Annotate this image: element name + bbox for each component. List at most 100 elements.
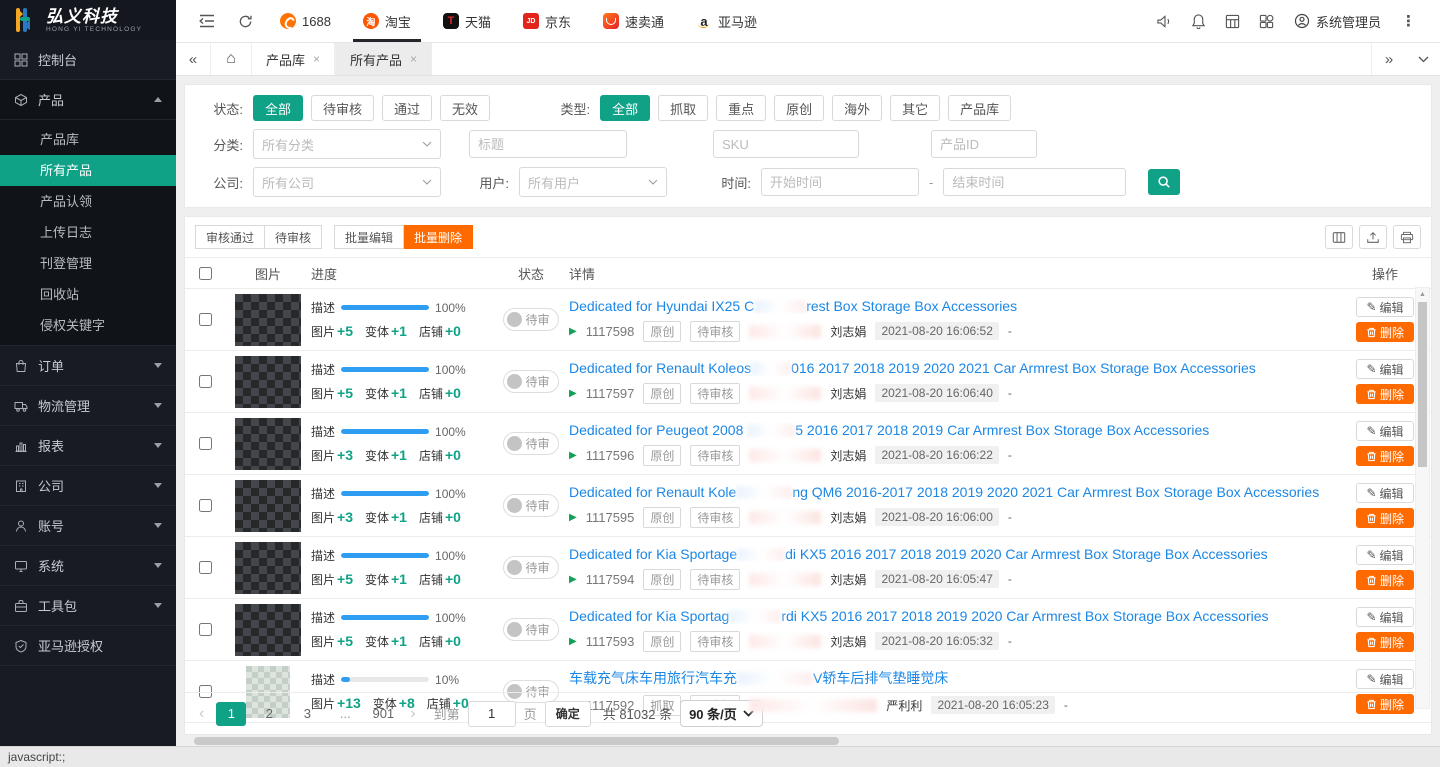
- goto-page-input[interactable]: [468, 701, 516, 727]
- platform-tab-1688[interactable]: 1688: [266, 0, 345, 42]
- set-pending-button[interactable]: 待审核: [265, 225, 322, 249]
- page-number[interactable]: 3: [292, 702, 322, 726]
- product-title-link[interactable]: Dedicated for Peugeot 2008 5 2016 2017 2…: [569, 422, 1331, 438]
- horizontal-scrollbar-thumb[interactable]: [194, 737, 839, 745]
- play-icon[interactable]: ▶: [569, 450, 577, 461]
- type-filter-button[interactable]: 海外: [832, 95, 882, 121]
- search-button[interactable]: [1148, 169, 1180, 195]
- product-title-link[interactable]: Dedicated for Kia Sportagedi KX5 2016 20…: [569, 546, 1331, 562]
- sidebar-item-logistics[interactable]: 物流管理: [0, 386, 176, 426]
- edit-button[interactable]: ✎编辑: [1356, 483, 1414, 503]
- platform-tab-tmall[interactable]: T 天猫: [429, 0, 505, 42]
- sidebar-subitem[interactable]: 刊登管理: [0, 248, 176, 279]
- status-toggle[interactable]: 待审: [503, 370, 558, 393]
- sidebar-item-company[interactable]: 公司: [0, 466, 176, 506]
- row-checkbox[interactable]: [199, 623, 212, 636]
- status-toggle[interactable]: 待审: [503, 618, 558, 641]
- product-image[interactable]: [235, 542, 301, 594]
- page-tab[interactable]: 产品库 ×: [251, 43, 335, 75]
- edit-button[interactable]: ✎编辑: [1356, 607, 1414, 627]
- sidebar-subitem[interactable]: 所有产品: [0, 155, 176, 186]
- edit-button[interactable]: ✎编辑: [1356, 545, 1414, 565]
- product-title-link[interactable]: Dedicated for Renault Koleng QM6 2016-20…: [569, 484, 1331, 500]
- play-icon[interactable]: ▶: [569, 574, 577, 585]
- delete-button[interactable]: 删除: [1356, 570, 1414, 590]
- delete-button[interactable]: 删除: [1356, 322, 1414, 342]
- type-filter-button[interactable]: 全部: [600, 95, 650, 121]
- delete-button[interactable]: 删除: [1356, 508, 1414, 528]
- start-time-input[interactable]: [761, 168, 919, 196]
- product-title-link[interactable]: Dedicated for Renault Koleos016 2017 201…: [569, 360, 1331, 376]
- company-select[interactable]: 所有公司: [253, 167, 441, 197]
- status-toggle[interactable]: 待审: [503, 556, 558, 579]
- type-filter-button[interactable]: 原创: [774, 95, 824, 121]
- category-select[interactable]: 所有分类: [253, 129, 441, 159]
- edit-button[interactable]: ✎编辑: [1356, 669, 1414, 689]
- platform-tab-jd[interactable]: JD 京东: [509, 0, 585, 42]
- tabs-menu-button[interactable]: [1406, 43, 1440, 75]
- product-title-link[interactable]: Dedicated for Hyundai IX25 Crest Box Sto…: [569, 298, 1331, 314]
- status-filter-button[interactable]: 全部: [253, 95, 303, 121]
- play-icon[interactable]: ▶: [569, 326, 577, 337]
- product-image[interactable]: [235, 356, 301, 408]
- sidebar-subitem[interactable]: 侵权关键字: [0, 310, 176, 341]
- sidebar-item-reports[interactable]: 报表: [0, 426, 176, 466]
- status-toggle[interactable]: 待审: [503, 432, 558, 455]
- page-number[interactable]: 1: [216, 702, 246, 726]
- sidebar-subitem[interactable]: 上传日志: [0, 217, 176, 248]
- column-settings-button[interactable]: [1325, 225, 1353, 249]
- close-icon[interactable]: ×: [410, 52, 417, 66]
- export-button[interactable]: [1359, 225, 1387, 249]
- play-icon[interactable]: ▶: [569, 512, 577, 523]
- sidebar-collapse-button[interactable]: [190, 0, 224, 42]
- batch-delete-button[interactable]: 批量删除: [404, 225, 473, 249]
- status-filter-button[interactable]: 通过: [382, 95, 432, 121]
- tabs-scroll-left-button[interactable]: «: [176, 43, 211, 75]
- tabs-scroll-right-button[interactable]: »: [1371, 43, 1406, 75]
- product-title-link[interactable]: 车载充气床车用旅行汽车充V轿车后排气垫睡觉床: [569, 668, 1331, 688]
- batch-edit-button[interactable]: 批量编辑: [334, 225, 404, 249]
- delete-button[interactable]: 删除: [1356, 632, 1414, 652]
- sidebar-item-system[interactable]: 系统: [0, 546, 176, 586]
- next-page-button[interactable]: ›: [406, 705, 419, 723]
- delete-button[interactable]: 删除: [1356, 446, 1414, 466]
- apps-button[interactable]: [1216, 0, 1250, 42]
- product-image[interactable]: [235, 418, 301, 470]
- announcement-button[interactable]: [1148, 0, 1182, 42]
- print-button[interactable]: [1393, 225, 1421, 249]
- type-filter-button[interactable]: 重点: [716, 95, 766, 121]
- status-toggle[interactable]: 待审: [503, 494, 558, 517]
- platform-tab-taobao[interactable]: 淘 淘宝: [349, 0, 425, 42]
- edit-button[interactable]: ✎编辑: [1356, 359, 1414, 379]
- row-checkbox[interactable]: [199, 313, 212, 326]
- page-number[interactable]: 901: [368, 702, 398, 726]
- sidebar-subitem[interactable]: 产品认领: [0, 186, 176, 217]
- status-filter-button[interactable]: 无效: [440, 95, 490, 121]
- title-search-input[interactable]: [469, 130, 627, 158]
- row-checkbox[interactable]: [199, 437, 212, 450]
- edit-button[interactable]: ✎编辑: [1356, 297, 1414, 317]
- sidebar-item-toolkit[interactable]: 工具包: [0, 586, 176, 626]
- goto-confirm-button[interactable]: 确定: [545, 701, 591, 727]
- components-button[interactable]: [1250, 0, 1284, 42]
- platform-tab-amazon[interactable]: a 亚马逊: [682, 0, 771, 42]
- row-checkbox[interactable]: [199, 375, 212, 388]
- home-tab-button[interactable]: ⌂: [211, 43, 251, 75]
- product-title-link[interactable]: Dedicated for Kia Sportagrdi KX5 2016 20…: [569, 608, 1331, 624]
- select-all-checkbox[interactable]: [199, 267, 212, 280]
- page-number[interactable]: 2: [254, 702, 284, 726]
- sidebar-item-amazon-auth[interactable]: 亚马逊授权: [0, 626, 176, 666]
- approve-button[interactable]: 审核通过: [195, 225, 265, 249]
- sidebar-item-orders[interactable]: 订单: [0, 346, 176, 386]
- product-image[interactable]: [235, 604, 301, 656]
- scroll-up-button[interactable]: ▲: [1416, 288, 1429, 301]
- row-checkbox[interactable]: [199, 561, 212, 574]
- row-checkbox[interactable]: [199, 499, 212, 512]
- sidebar-item-console[interactable]: 控制台: [0, 40, 176, 80]
- sidebar-item-product[interactable]: 产品: [0, 80, 176, 120]
- end-time-input[interactable]: [943, 168, 1126, 196]
- sidebar-subitem[interactable]: 产品库: [0, 124, 176, 155]
- product-image[interactable]: [235, 480, 301, 532]
- refresh-button[interactable]: [228, 0, 262, 42]
- user-menu[interactable]: 系统管理员: [1284, 0, 1391, 42]
